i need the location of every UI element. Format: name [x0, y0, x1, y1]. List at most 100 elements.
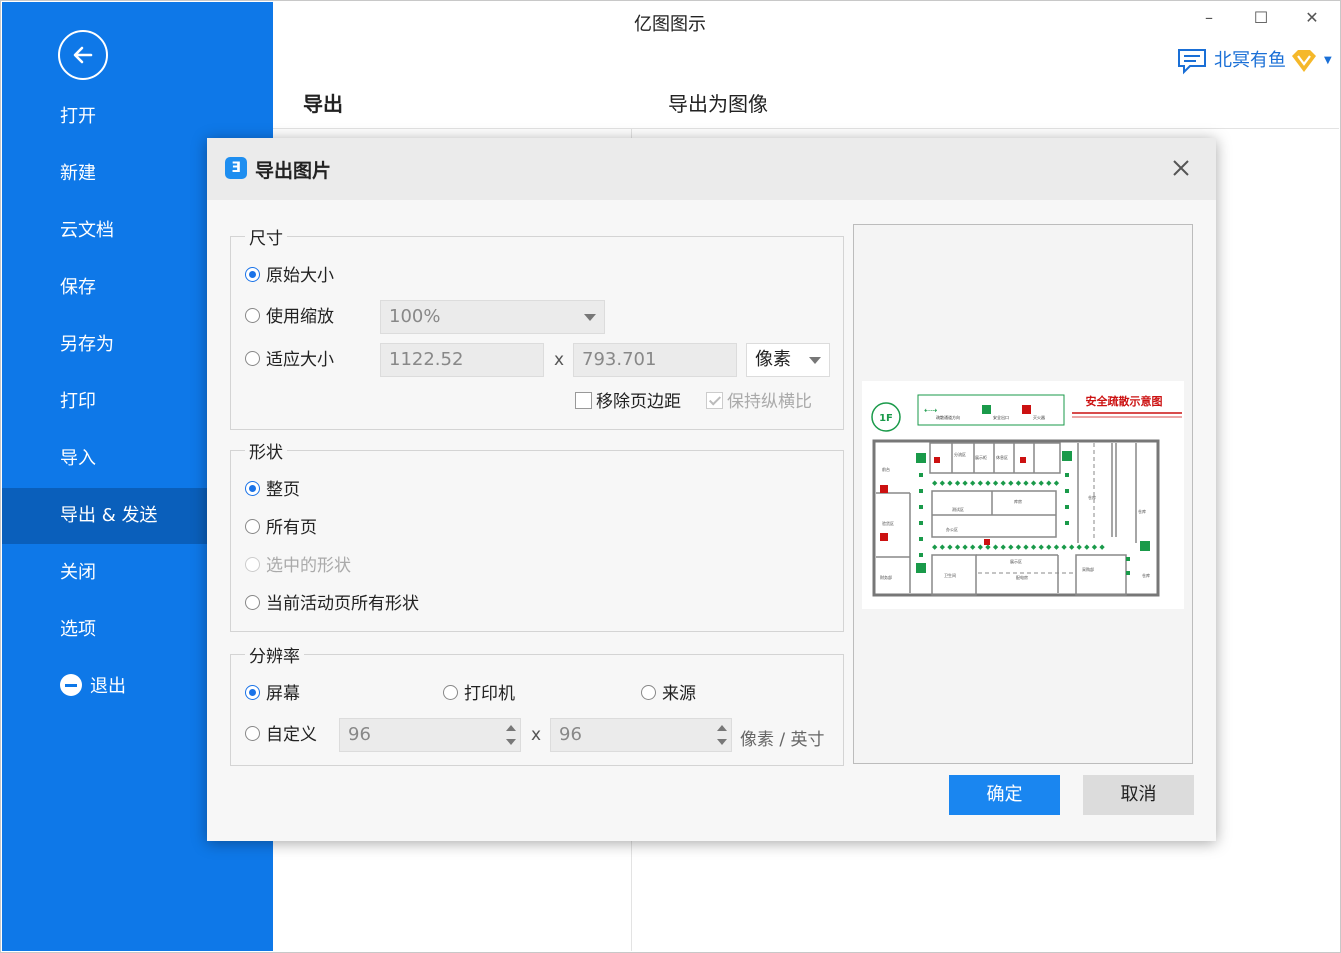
sidebar-item-label: 新建	[60, 163, 96, 184]
sidebar-item-label: 另存为	[60, 334, 114, 355]
checkbox[interactable]	[575, 391, 592, 409]
dpi-x-value: 96	[348, 724, 371, 745]
svg-text:◆ ◆ ◆ ◆ ◆ ◆ ◆ ◆ ◆ ◆ ◆ ◆ ◆ ◆ ◆: ◆ ◆ ◆ ◆ ◆ ◆ ◆ ◆ ◆ ◆ ◆ ◆ ◆ ◆ ◆ ◆ ◆	[932, 479, 1060, 487]
radio-custom[interactable]: 自定义	[245, 723, 317, 747]
sidebar-item-label: 选项	[60, 619, 96, 640]
checkbox-label: 移除页边距	[596, 392, 681, 412]
radio-label: 整页	[266, 480, 300, 500]
radio-button[interactable]	[245, 725, 260, 741]
edraw-logo-icon: Ǝ	[225, 157, 247, 179]
cancel-button[interactable]: 取消	[1083, 775, 1194, 815]
chevron-up-icon[interactable]	[717, 725, 727, 731]
ok-button[interactable]: 确定	[949, 775, 1060, 815]
radio-all-pages[interactable]: 所有页	[245, 516, 317, 540]
radio-original-size[interactable]: 原始大小	[245, 264, 334, 288]
close-icon[interactable]	[1169, 156, 1193, 180]
minimize-button[interactable]: –	[1194, 8, 1224, 30]
radio-button[interactable]	[245, 518, 260, 534]
room-label: 验货区	[882, 520, 894, 526]
radio-label: 使用缩放	[266, 307, 334, 327]
sidebar-item-open[interactable]: 打开	[2, 89, 273, 145]
sidebar-item-label: 关闭	[60, 562, 96, 583]
legend-text: 安全出口	[993, 414, 1009, 420]
user-account[interactable]: 北冥有鱼 ▼	[1176, 46, 1332, 76]
room-label: 仓库	[1088, 494, 1096, 500]
unit-select[interactable]: 像素	[746, 343, 830, 377]
height-input[interactable]: 793.701	[573, 343, 737, 377]
vertical-arrows	[919, 473, 1130, 575]
times-sign: x	[554, 350, 565, 370]
scale-select[interactable]: 100%	[380, 300, 605, 334]
room-label: 前台	[882, 466, 890, 472]
resolution-legend: 分辨率	[245, 642, 304, 667]
dialog-title: 导出图片	[255, 160, 332, 182]
checkbox[interactable]	[706, 391, 723, 409]
maximize-button[interactable]: ☐	[1246, 8, 1276, 30]
checkbox-remove-margin[interactable]: 移除页边距	[575, 390, 681, 414]
radio-printer[interactable]: 打印机	[443, 682, 515, 706]
radio-label: 自定义	[266, 725, 317, 745]
dpi-x-stepper[interactable]: 96	[339, 718, 521, 752]
radio-button[interactable]	[245, 350, 260, 366]
radio-whole-page[interactable]: 整页	[245, 478, 300, 502]
radio-label: 打印机	[464, 684, 515, 704]
radio-fit-size[interactable]: 适应大小	[245, 348, 334, 372]
radio-screen[interactable]: 屏幕	[245, 682, 300, 706]
radio-button[interactable]	[443, 684, 458, 700]
width-input[interactable]: 1122.52	[380, 343, 544, 377]
image-preview: 1F ⇠⇢ 疏散通道方向 安全出口 灭火器 安全疏散示意图 分流区 展示柜 休息…	[853, 224, 1193, 764]
radio-source[interactable]: 来源	[641, 682, 696, 706]
checkbox-keep-ratio[interactable]: 保持纵横比	[706, 390, 812, 414]
chevron-down-icon[interactable]: ▼	[1324, 46, 1332, 76]
size-legend: 尺寸	[245, 224, 287, 249]
sidebar-item-label: 打开	[60, 106, 96, 127]
room-label: 仓库	[1142, 572, 1150, 578]
radio-button[interactable]	[641, 684, 656, 700]
exit-sign-icon	[982, 405, 991, 414]
room-label: 休息区	[996, 454, 1008, 460]
legend-text: 疏散通道方向	[936, 414, 960, 420]
room-label: 办公区	[946, 526, 958, 532]
chevron-down-icon	[809, 357, 821, 364]
radio-active-page-shapes[interactable]: 当前活动页所有形状	[245, 592, 419, 616]
room-label: 库房	[1014, 498, 1022, 504]
dialog-header: Ǝ 导出图片	[207, 138, 1216, 200]
room-label: 分流区	[954, 451, 966, 457]
radio-button[interactable]	[245, 307, 260, 323]
radio-label: 屏幕	[266, 684, 300, 704]
chevron-up-icon[interactable]	[506, 725, 516, 731]
section-title: 导出	[303, 92, 343, 116]
close-window-button[interactable]: ✕	[1297, 8, 1327, 30]
radio-button[interactable]	[245, 684, 260, 700]
dpi-y-stepper[interactable]: 96	[550, 718, 732, 752]
map-title: 安全疏散示意图	[1086, 394, 1163, 408]
chevron-down-icon[interactable]	[506, 739, 516, 745]
legend-text: 灭火器	[1033, 415, 1045, 420]
room-label: 展示区	[1010, 558, 1022, 564]
dpi-y-value: 96	[559, 724, 582, 745]
chevron-down-icon[interactable]	[717, 739, 727, 745]
arrow-left-icon	[73, 46, 93, 64]
room-label: 财务部	[880, 574, 892, 580]
checkbox-label: 保持纵横比	[727, 392, 812, 412]
dpi-unit: 像素 / 英寸	[740, 730, 825, 750]
evacuation-map-preview: 1F ⇠⇢ 疏散通道方向 安全出口 灭火器 安全疏散示意图 分流区 展示柜 休息…	[862, 381, 1184, 609]
export-image-dialog: Ǝ 导出图片 尺寸 原始大小 使用缩放 100% 适应大小 1122.52 x …	[207, 138, 1216, 841]
radio-button[interactable]	[245, 556, 260, 572]
panel-title: 导出为图像	[668, 92, 768, 116]
room-label: 卫生间	[944, 572, 956, 578]
radio-selected-shapes[interactable]: 选中的形状	[245, 554, 351, 578]
app-title: 亿图图示	[634, 14, 706, 35]
chat-icon	[1178, 49, 1206, 75]
radio-button[interactable]	[245, 266, 260, 282]
shape-legend: 形状	[245, 438, 287, 463]
minus-circle-icon	[60, 674, 82, 696]
radio-button[interactable]	[245, 480, 260, 496]
user-name: 北冥有鱼	[1214, 50, 1286, 71]
radio-label: 选中的形状	[266, 556, 351, 576]
sidebar-item-label: 打印	[60, 391, 96, 412]
radio-button[interactable]	[245, 594, 260, 610]
interior-walls	[876, 442, 1137, 596]
back-button[interactable]	[58, 30, 108, 80]
radio-use-scale[interactable]: 使用缩放	[245, 305, 334, 329]
